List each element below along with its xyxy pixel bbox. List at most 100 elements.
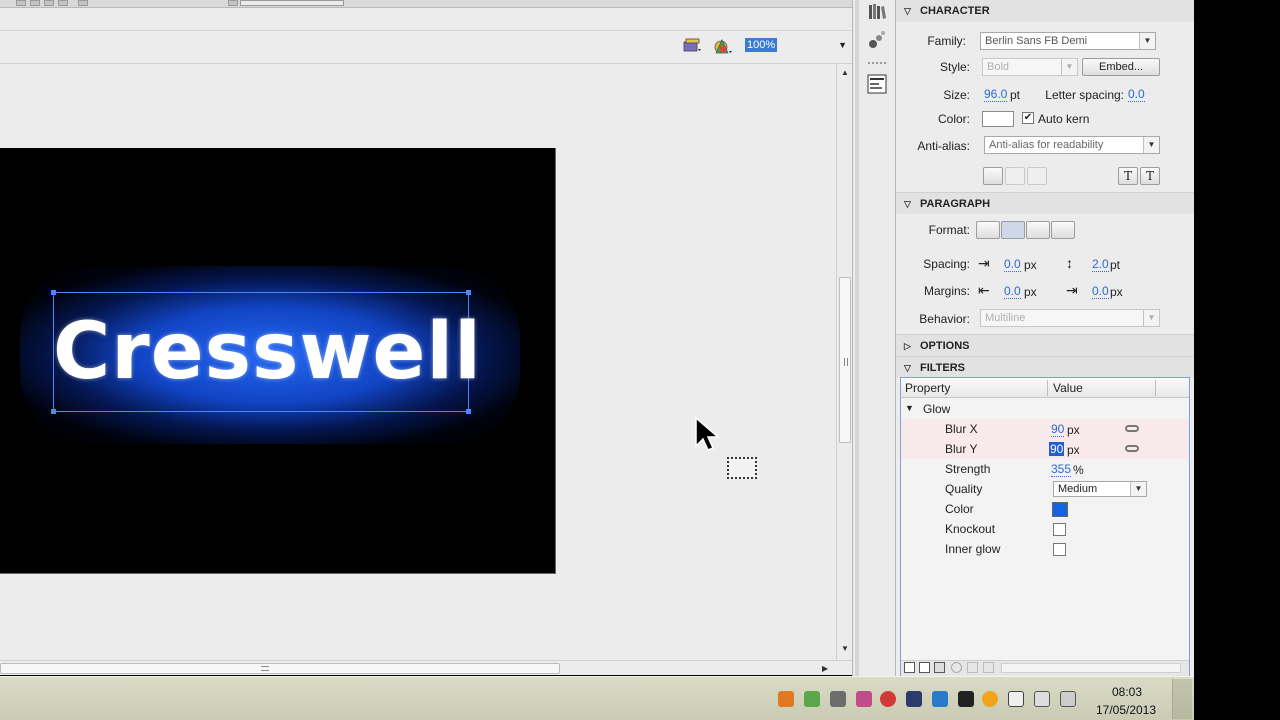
- margin-right-value[interactable]: 0.0: [1092, 285, 1109, 299]
- align-center-icon[interactable]: [1001, 221, 1025, 239]
- presets-icon[interactable]: [919, 662, 930, 673]
- link-icon[interactable]: [1125, 425, 1139, 432]
- stage[interactable]: Cresswell: [0, 148, 556, 574]
- paw-icon[interactable]: [958, 691, 974, 707]
- filter-row-inner-glow[interactable]: Inner glow: [901, 539, 1189, 559]
- filters-section-header[interactable]: ▽ FILTERS: [896, 356, 1194, 378]
- subscript-icon[interactable]: T: [1140, 167, 1160, 185]
- letter-spacing-value[interactable]: 0.0: [1128, 88, 1145, 102]
- size-value[interactable]: 96.0: [984, 88, 1008, 102]
- left-margin-icon: ⇤: [978, 282, 990, 298]
- auto-kern-checkbox[interactable]: ✔: [1022, 112, 1034, 124]
- stage-text-field[interactable]: Cresswell: [53, 294, 481, 410]
- chevron-down-icon[interactable]: ▼: [1143, 137, 1159, 153]
- java-icon[interactable]: [778, 691, 794, 707]
- knockout-checkbox[interactable]: [1053, 523, 1066, 536]
- filter-row-strength[interactable]: Strength 355 %: [901, 459, 1189, 479]
- add-filter-icon[interactable]: [904, 662, 915, 673]
- horizontal-scrollbar[interactable]: ▶: [0, 660, 852, 675]
- filter-row-color[interactable]: Color: [901, 499, 1189, 519]
- security-icon[interactable]: [804, 691, 820, 707]
- glow-color-swatch[interactable]: [1052, 502, 1068, 517]
- filter-group-name: Glow: [923, 402, 951, 416]
- zoom-value[interactable]: 100%: [745, 38, 778, 52]
- superscript-icon[interactable]: T: [1118, 167, 1138, 185]
- update-icon[interactable]: [982, 691, 998, 707]
- scroll-up-icon[interactable]: ▲: [841, 68, 849, 77]
- margin-left-value[interactable]: 0.0: [1004, 285, 1021, 299]
- font-family-dropdown[interactable]: Berlin Sans FB Demi ▼: [980, 32, 1156, 50]
- clock-date[interactable]: 17/05/2013: [1090, 703, 1162, 717]
- blur-x-unit: px: [1067, 423, 1080, 437]
- align-justify-icon[interactable]: [1051, 221, 1075, 239]
- network-icon[interactable]: [1034, 691, 1050, 707]
- filter-property-name: Blur Y: [945, 442, 978, 456]
- edit-scene-icon[interactable]: [712, 37, 734, 55]
- clipboard-icon[interactable]: [934, 662, 945, 673]
- blur-x-value[interactable]: 90: [1051, 423, 1065, 437]
- indent-value[interactable]: 0.0: [1004, 258, 1021, 272]
- scroll-right-icon[interactable]: ▶: [822, 664, 828, 673]
- horizontal-scroll-thumb[interactable]: [0, 663, 560, 674]
- anti-alias-dropdown[interactable]: Anti-alias for readability ▼: [984, 136, 1160, 154]
- collapse-arrow-icon[interactable]: ▽: [904, 357, 911, 379]
- library-icon[interactable]: [867, 2, 887, 22]
- mini-field: [240, 0, 344, 6]
- mini-icon: [44, 0, 54, 6]
- motion-presets-icon[interactable]: [867, 30, 887, 50]
- quality-dropdown[interactable]: Medium ▼: [1053, 481, 1147, 497]
- selectable-text-icon[interactable]: [983, 167, 1003, 185]
- collapse-arrow-icon[interactable]: ▽: [904, 0, 911, 22]
- filter-row-knockout[interactable]: Knockout: [901, 519, 1189, 539]
- paint-icon[interactable]: [856, 691, 872, 707]
- mini-icon: [228, 0, 238, 6]
- options-section-header[interactable]: ▷ OPTIONS: [896, 334, 1194, 356]
- chevron-down-icon[interactable]: ▼: [1139, 33, 1155, 49]
- scroll-down-icon[interactable]: ▼: [841, 644, 849, 653]
- collapse-arrow-icon[interactable]: ▼: [905, 403, 914, 413]
- chevron-down-icon[interactable]: ▼: [1130, 482, 1146, 496]
- grip-icon: [844, 358, 848, 366]
- collapse-arrow-icon[interactable]: ▽: [904, 193, 911, 215]
- volume-icon[interactable]: [1060, 691, 1076, 707]
- properties-panel: ▽ CHARACTER Family: Berlin Sans FB Demi …: [896, 0, 1194, 676]
- chevron-down-icon[interactable]: ▼: [838, 40, 847, 50]
- filter-row-blur-y[interactable]: Blur Y 90 px: [901, 439, 1189, 459]
- vertical-scroll-thumb[interactable]: [839, 277, 851, 443]
- expand-arrow-icon[interactable]: ▷: [904, 335, 911, 357]
- filter-group-row[interactable]: ▼ Glow: [901, 399, 1189, 419]
- antivirus-icon[interactable]: [880, 691, 896, 707]
- line-spacing-value[interactable]: 2.0: [1092, 258, 1109, 272]
- monitor-icon[interactable]: [906, 691, 922, 707]
- filter-row-quality[interactable]: Quality Medium ▼: [901, 479, 1189, 499]
- chevron-down-icon: ▼: [1061, 59, 1077, 75]
- align-left-icon[interactable]: [976, 221, 1000, 239]
- clock-time[interactable]: 08:03: [1097, 685, 1157, 699]
- link-icon[interactable]: [1125, 445, 1139, 452]
- strength-value[interactable]: 355: [1051, 463, 1072, 477]
- inner-glow-checkbox[interactable]: [1053, 543, 1066, 556]
- reset-filter-icon: [967, 662, 978, 673]
- filters-hscroll[interactable]: [1001, 663, 1181, 673]
- properties-panel-icon[interactable]: [867, 74, 887, 94]
- show-desktop-button[interactable]: [1172, 679, 1192, 719]
- paragraph-section-header[interactable]: ▽ PARAGRAPH: [896, 192, 1194, 214]
- spacing-label: Spacing:: [923, 257, 970, 271]
- mini-icon: [30, 0, 40, 6]
- pasteboard[interactable]: Cresswell: [0, 64, 836, 660]
- edit-symbols-icon[interactable]: [683, 38, 703, 54]
- vertical-scrollbar[interactable]: ▲ ▼: [836, 64, 852, 660]
- delete-filter-icon: [983, 662, 994, 673]
- character-section-header[interactable]: ▽ CHARACTER: [896, 0, 1194, 22]
- action-center-flag-icon[interactable]: [1008, 691, 1024, 707]
- filters-table[interactable]: Property Value ▼ Glow Blur X 90 px Blur …: [900, 377, 1190, 676]
- align-right-icon[interactable]: [1026, 221, 1050, 239]
- embed-button[interactable]: Embed...: [1082, 58, 1160, 76]
- skype-icon[interactable]: [932, 691, 948, 707]
- zoom-dropdown[interactable]: 100% ▼: [743, 37, 849, 55]
- printer-icon[interactable]: [830, 691, 846, 707]
- text-color-swatch[interactable]: [982, 111, 1014, 127]
- indent-icon: ⇥: [978, 255, 990, 271]
- filter-row-blur-x[interactable]: Blur X 90 px: [901, 419, 1189, 439]
- blur-y-input[interactable]: 90: [1049, 442, 1065, 456]
